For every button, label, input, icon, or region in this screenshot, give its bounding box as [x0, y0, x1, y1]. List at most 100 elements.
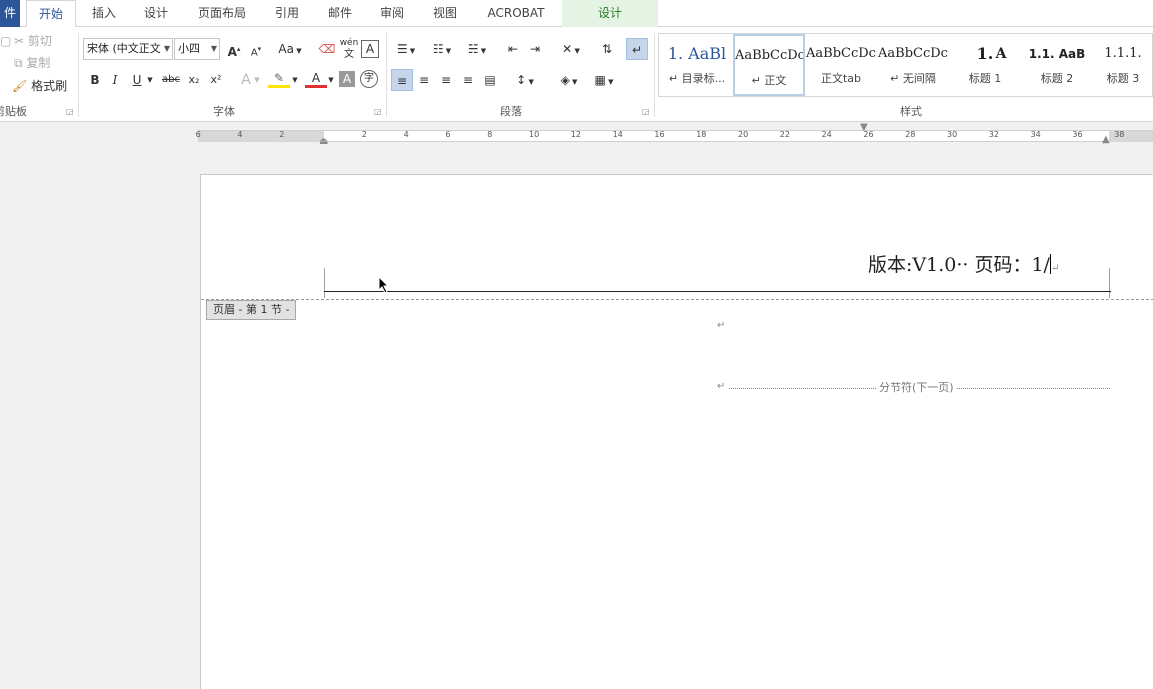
group-divider [654, 33, 655, 117]
style-normal[interactable]: AaBbCcDc ↵ 正文 [733, 34, 805, 96]
paint-bucket-icon: ◈ [560, 73, 570, 87]
borders-button[interactable]: ▦ ▼ [588, 69, 620, 91]
chevron-down-icon[interactable]: ▼ [325, 69, 337, 91]
tab-home[interactable]: 开始 [26, 0, 76, 28]
decrease-indent-icon[interactable]: ⇤ [502, 38, 524, 60]
cut-label: 剪切 [27, 34, 52, 48]
style-preview: AaBbCcDc [806, 46, 876, 61]
format-painter-label: 格式刷 [31, 79, 68, 93]
indent-marker-icon[interactable]: ⏏ [319, 136, 328, 147]
chevron-down-icon: ▼ [210, 44, 217, 53]
paragraph-mark-icon: ↵ [1050, 263, 1060, 274]
shading-button[interactable]: ◈ ▼ [553, 69, 585, 91]
strikethrough-icon: abc [162, 74, 180, 85]
style-name: ↵ 正文 [751, 74, 787, 87]
ruler-number: 34 [1030, 130, 1041, 139]
style-preview: 1. AaBl [667, 44, 727, 63]
underline-dropdown-icon[interactable]: ▼ [144, 69, 156, 91]
asian-layout-button[interactable]: ✕ ▼ [556, 38, 586, 60]
paragraph-mark-icon: ↵ [717, 381, 726, 392]
tab-acrobat[interactable]: ACROBAT [478, 0, 554, 27]
tab-review[interactable]: 审阅 [370, 0, 414, 27]
italic-button[interactable]: I [104, 69, 126, 91]
phonetic-guide-icon: wén [339, 38, 359, 48]
tab-insert[interactable]: 插入 [82, 0, 126, 27]
character-shading-button[interactable]: A [339, 71, 355, 87]
bold-button[interactable]: B [84, 69, 106, 91]
chevron-down-icon: ▼ [163, 44, 170, 53]
shrink-font-button[interactable]: A▾ [245, 38, 267, 60]
tab-stop-icon[interactable]: ▼ [860, 122, 868, 133]
justify-icon[interactable]: ≡ [457, 69, 479, 91]
bullets-button[interactable]: ☰ ▼ [390, 38, 422, 60]
tab-header-design[interactable]: 设计 [562, 0, 658, 27]
font-color-button[interactable]: A [305, 69, 327, 88]
format-painter-button[interactable]: 🖌 格式刷 [12, 77, 67, 95]
clipboard-launcher-icon[interactable]: ◲ [66, 107, 74, 116]
paste-icon[interactable]: ▢ [0, 32, 11, 50]
multilevel-list-button[interactable]: ☵ ▼ [461, 38, 493, 60]
style-heading-3[interactable]: 1.1.1. 标题 3 [1093, 34, 1153, 96]
chevron-down-icon[interactable]: ▼ [289, 69, 301, 91]
style-no-spacing[interactable]: AaBbCcDc ↵ 无间隔 [877, 34, 949, 96]
ruler-number: 36 [1072, 130, 1083, 139]
character-shading-icon: A [342, 72, 352, 86]
tab-mailings[interactable]: 邮件 [318, 0, 362, 27]
section-break: 分节符(下一页) [729, 382, 1110, 394]
subscript-icon: x₂ [188, 73, 200, 86]
font-family-select[interactable]: 宋体 (中文正文 ▼ [83, 38, 173, 60]
tab-page-layout[interactable]: 页面布局 [188, 0, 256, 27]
style-preview-partial[interactable]: A [989, 34, 1013, 96]
change-case-button[interactable]: Aa ▼ [274, 38, 306, 60]
horizontal-ruler[interactable]: 6 4 2 2 4 6 8 10 12 14 16 18 20 22 24 26 28 30 32 34 36 38 [196, 130, 1153, 142]
subscript-button[interactable]: x₂ [183, 69, 205, 91]
tab-view[interactable]: 视图 [423, 0, 467, 27]
sort-icon[interactable]: ⇅ [596, 38, 618, 60]
grow-font-button[interactable]: A▴ [223, 38, 245, 60]
ruler-number: 4 [403, 130, 409, 139]
align-left-icon[interactable]: ≡ [391, 69, 413, 91]
highlight-color-icon[interactable]: ✎ [268, 69, 290, 88]
tab-references[interactable]: 引用 [266, 0, 308, 27]
phonetic-guide-button[interactable]: wén 文 [338, 37, 360, 60]
style-toc-heading[interactable]: 1. AaBl ↵ 目录标... [661, 34, 733, 96]
align-right-icon[interactable]: ≡ [435, 69, 457, 91]
asian-layout-icon: ✕ [562, 42, 573, 56]
enclose-characters-button[interactable]: 字 [360, 70, 378, 88]
right-indent-marker-icon[interactable]: ▲ [1102, 134, 1110, 145]
line-spacing-button[interactable]: ↕ ▼ [510, 69, 540, 91]
ruler-number: 20 [738, 130, 749, 139]
copy-label: 复制 [26, 56, 51, 70]
ruler-number: 10 [529, 130, 540, 139]
font-family-value: 宋体 (中文正文 [87, 42, 161, 55]
page[interactable]: 版本:V1.0·· 页码：1/↵ 页眉 - 第 1 节 - ↵ ↵ 分节符(下一… [200, 174, 1153, 689]
copy-button[interactable]: ⧉ 复制 [14, 54, 50, 72]
strikethrough-button[interactable]: abc [160, 69, 182, 91]
paragraph-launcher-icon[interactable]: ◲ [642, 107, 650, 116]
clear-formatting-icon[interactable]: ⌫ [316, 38, 338, 60]
font-size-select[interactable]: 小四 ▼ [174, 38, 220, 60]
group-divider [78, 33, 79, 117]
character-border-button[interactable]: A [361, 40, 379, 58]
multilevel-list-icon: ☵ [467, 42, 479, 56]
tab-file[interactable]: 件 [0, 0, 20, 27]
increase-indent-icon[interactable]: ⇥ [524, 38, 546, 60]
borders-icon: ▦ [594, 73, 606, 87]
distributed-icon[interactable]: ▤ [479, 69, 501, 91]
copy-icon: ⧉ [14, 56, 23, 70]
show-marks-icon[interactable]: ↵ [626, 38, 648, 60]
font-color-icon: A [311, 71, 321, 85]
paragraph-mark-icon: ↵ [717, 320, 726, 331]
style-heading-2[interactable]: 1.1. AaB 标题 2 [1021, 34, 1093, 96]
ruler-number: 6 [445, 130, 451, 139]
numbering-button[interactable]: ☷ ▼ [426, 38, 458, 60]
grow-font-icon: A [227, 45, 237, 59]
cut-button[interactable]: ✂ 剪切 [14, 32, 52, 50]
superscript-button[interactable]: x² [205, 69, 227, 91]
tab-design[interactable]: 设计 [134, 0, 178, 27]
header-text[interactable]: 版本:V1.0·· 页码：1/↵ [868, 250, 1059, 277]
align-center-icon[interactable]: ≡ [413, 69, 435, 91]
chevron-down-icon[interactable]: ▼ [251, 69, 263, 91]
font-launcher-icon[interactable]: ◲ [374, 107, 382, 116]
style-normal-tab[interactable]: AaBbCcDc 正文tab [805, 34, 877, 96]
